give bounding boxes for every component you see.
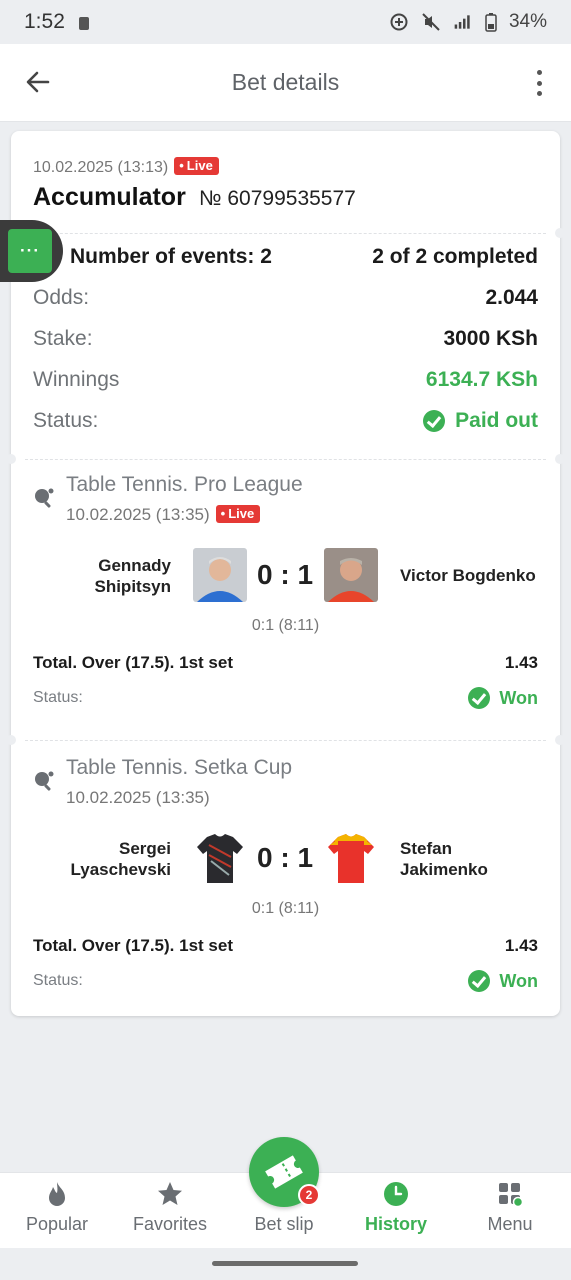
- player-photo-away: [324, 548, 378, 602]
- status-time: 1:52: [24, 10, 65, 33]
- flame-icon: [49, 1182, 65, 1206]
- bet-details-card: 10.02.2025 (13:13)Live Accumulator № 607…: [6, 131, 565, 1016]
- event-score: 0 : 1: [256, 842, 314, 873]
- team-home-name: Sergei Lyaschevski: [70, 839, 172, 879]
- event-league: Table Tennis. Setka Cup: [66, 756, 293, 779]
- bet-slip-count-badge: 2: [298, 1184, 320, 1206]
- market-odds: 1.43: [504, 653, 538, 672]
- notch-left: [6, 454, 16, 464]
- battery-percent: 34%: [508, 11, 547, 32]
- events-count: Number of events: 2: [70, 245, 272, 268]
- nav-favorites[interactable]: Favorites: [124, 1173, 216, 1249]
- floating-menu-tab[interactable]: ···: [0, 220, 63, 282]
- nav-popular[interactable]: Popular: [14, 1173, 100, 1249]
- signal-icon: [454, 15, 470, 29]
- market-odds: 1.43: [504, 936, 538, 955]
- event-date: 10.02.2025 (13:35)Live: [66, 505, 261, 525]
- odds-value: 2.044: [485, 286, 538, 309]
- check-circle-icon: [423, 410, 446, 432]
- status-bar: 1:52 34%: [0, 0, 571, 44]
- events-completed: 2 of 2 completed: [372, 245, 538, 268]
- bet-type: Accumulator: [33, 183, 186, 211]
- event-status-won: Won: [468, 687, 538, 709]
- table-tennis-icon: [35, 488, 54, 508]
- divider: [25, 459, 546, 460]
- winnings-row: Winnings 6134.7 KSh: [33, 368, 538, 392]
- divider: [25, 740, 546, 741]
- event-status-label: Status:: [33, 972, 83, 989]
- star-icon: [158, 1182, 182, 1205]
- stake-row: Stake: 3000 KSh: [33, 327, 538, 351]
- event-status-row: Status: Won: [33, 687, 538, 709]
- odds-label: Odds:: [33, 286, 90, 309]
- lock-icon: [78, 16, 89, 30]
- page-title: Bet details: [231, 69, 340, 95]
- bet-date: 10.02.2025 (13:13)Live: [33, 157, 219, 177]
- winnings-label: Winnings: [33, 368, 120, 391]
- check-circle-icon: [468, 970, 491, 992]
- team-away-name: Victor Bogdenko: [400, 566, 536, 585]
- status-row: Status: Paid out: [33, 409, 538, 433]
- set-scores: 0:1 (8:11): [251, 617, 320, 634]
- stake-value: 3000 KSh: [443, 327, 538, 350]
- player-photo-home: [193, 548, 247, 602]
- app-bar: Bet details: [0, 44, 571, 122]
- grid-icon: [499, 1183, 524, 1208]
- data-saver-icon: [390, 13, 408, 31]
- status-icons: 34%: [389, 11, 547, 33]
- market-name: Total. Over (17.5). 1st set: [33, 653, 233, 672]
- team-shirt-home-icon: [193, 831, 247, 885]
- check-circle-icon: [468, 687, 491, 709]
- nav-menu[interactable]: Menu: [470, 1173, 550, 1249]
- winnings-value: 6134.7 KSh: [425, 368, 538, 391]
- team-away-name: Stefan Jakimenko: [400, 839, 488, 879]
- market-row: Total. Over (17.5). 1st set 1.43: [33, 936, 538, 956]
- clock-icon: [384, 1182, 408, 1206]
- back-arrow-icon[interactable]: [24, 68, 52, 96]
- market-row: Total. Over (17.5). 1st set 1.43: [33, 653, 538, 673]
- home-indicator[interactable]: [212, 1261, 358, 1266]
- event-league: Table Tennis. Pro League: [66, 473, 303, 496]
- status-label: Status:: [33, 409, 99, 432]
- live-badge: Live: [215, 505, 261, 523]
- more-dots-icon[interactable]: ···: [8, 229, 52, 273]
- mute-icon: [422, 13, 440, 31]
- more-options-icon[interactable]: [535, 70, 543, 96]
- event-status-label: Status:: [33, 689, 83, 706]
- table-tennis-icon: [35, 771, 54, 791]
- status-paid-out: Paid out: [423, 409, 538, 433]
- event-status-row: Status: Won: [33, 970, 538, 992]
- event-status-won: Won: [468, 970, 538, 992]
- notch-right: [555, 228, 565, 238]
- nav-history[interactable]: History: [354, 1173, 438, 1249]
- set-scores: 0:1 (8:11): [251, 900, 320, 917]
- event-date: 10.02.2025 (13:35): [66, 788, 210, 807]
- stake-label: Stake:: [33, 327, 93, 350]
- notch-right: [555, 454, 565, 464]
- market-name: Total. Over (17.5). 1st set: [33, 936, 233, 955]
- live-badge: Live: [174, 157, 219, 175]
- battery-icon: [485, 13, 497, 32]
- bet-number: № 60799535577: [199, 187, 356, 210]
- team-shirt-away-icon: [324, 831, 378, 885]
- notch-left: [6, 735, 16, 745]
- notch-right: [555, 735, 565, 745]
- events-row: Number of events: 2 2 of 2 completed: [33, 245, 538, 269]
- divider: [25, 233, 546, 234]
- team-home-name: Gennady Shipitsyn: [94, 556, 171, 596]
- system-home-bar: [0, 1248, 571, 1280]
- event-score: 0 : 1: [256, 559, 314, 590]
- odds-row: Odds: 2.044: [33, 286, 538, 310]
